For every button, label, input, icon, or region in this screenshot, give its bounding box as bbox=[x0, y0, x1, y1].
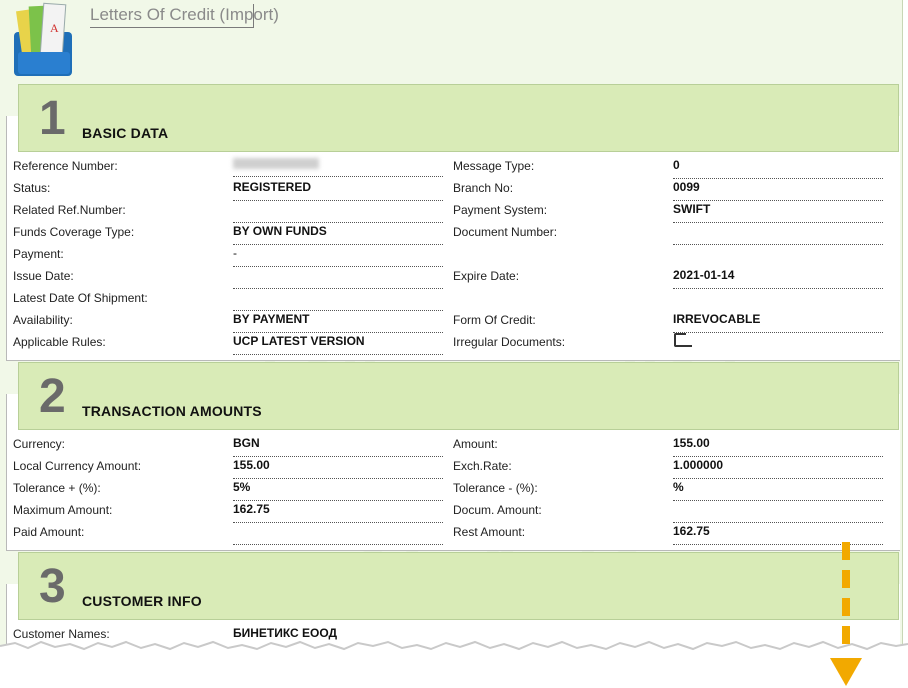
section-header: 2 TRANSACTION AMOUNTS bbox=[18, 362, 899, 430]
section-header: 3 CUSTOMER INFO bbox=[18, 552, 899, 620]
value-document-number bbox=[673, 224, 883, 245]
label-expire-date: Expire Date: bbox=[453, 269, 520, 283]
label-paid-amount: Paid Amount: bbox=[13, 525, 85, 539]
value-availability: BY PAYMENT bbox=[233, 312, 443, 333]
section-number: 2 bbox=[39, 370, 66, 423]
title-frame bbox=[90, 4, 254, 28]
value-tolerance-plus: 5% bbox=[233, 480, 443, 501]
document-binder-icon: A bbox=[14, 2, 72, 76]
value-form-of-credit: IRREVOCABLE bbox=[673, 312, 883, 333]
label-payment: Payment: bbox=[13, 247, 64, 261]
screenshot-canvas: A Letters Of Credit (Import) 1 BASIC DAT… bbox=[0, 0, 908, 688]
label-exch-rate: Exch.Rate: bbox=[453, 459, 512, 473]
value-payment: - bbox=[233, 246, 443, 267]
label-irregular-documents: Irregular Documents: bbox=[453, 335, 566, 349]
torn-edge bbox=[0, 640, 908, 662]
label-latest-date-of-shipment: Latest Date Of Shipment: bbox=[13, 291, 148, 305]
label-branch-no: Branch No: bbox=[453, 181, 514, 195]
value-related-ref-number bbox=[233, 202, 443, 223]
value-currency: BGN bbox=[233, 436, 443, 457]
value-tolerance-minus: % bbox=[673, 480, 883, 501]
label-status: Status: bbox=[13, 181, 51, 195]
value-local-currency-amount: 155.00 bbox=[233, 458, 443, 479]
label-maximum-amount: Maximum Amount: bbox=[13, 503, 113, 517]
label-amount: Amount: bbox=[453, 437, 498, 451]
label-funds-coverage-type: Funds Coverage Type: bbox=[13, 225, 135, 239]
svg-text:A: A bbox=[50, 21, 59, 35]
label-document-number: Document Number: bbox=[453, 225, 558, 239]
section-header: 1 BASIC DATA bbox=[18, 84, 899, 152]
value-funds-coverage-type: BY OWN FUNDS bbox=[233, 224, 443, 245]
value-reference-number bbox=[233, 156, 443, 177]
label-message-type: Message Type: bbox=[453, 159, 535, 173]
label-docum-amount: Docum. Amount: bbox=[453, 503, 542, 517]
label-applicable-rules: Applicable Rules: bbox=[13, 335, 106, 349]
label-issue-date: Issue Date: bbox=[13, 269, 74, 283]
value-paid-amount bbox=[233, 524, 443, 545]
label-currency: Currency: bbox=[13, 437, 66, 451]
section-number: 1 bbox=[39, 92, 66, 145]
label-related-ref-number: Related Ref.Number: bbox=[13, 203, 126, 217]
value-issue-date bbox=[233, 268, 443, 289]
value-applicable-rules: UCP LATEST VERSION bbox=[233, 334, 443, 355]
section-title: BASIC DATA bbox=[82, 125, 169, 141]
value-expire-date: 2021-01-14 bbox=[673, 268, 883, 289]
value-latest-date-of-shipment bbox=[233, 290, 443, 311]
label-rest-amount: Rest Amount: bbox=[453, 525, 526, 539]
value-maximum-amount: 162.75 bbox=[233, 502, 443, 523]
value-docum-amount bbox=[673, 502, 883, 523]
value-message-type: 0 bbox=[673, 158, 883, 179]
redacted-value bbox=[233, 158, 319, 169]
label-tolerance-minus: Tolerance - (%): bbox=[453, 481, 538, 495]
value-amount: 155.00 bbox=[673, 436, 883, 457]
label-tolerance-plus: Tolerance + (%): bbox=[13, 481, 101, 495]
irregular-documents-checkbox[interactable] bbox=[674, 333, 692, 347]
label-payment-system: Payment System: bbox=[453, 203, 548, 217]
dashed-down-arrow-icon[interactable] bbox=[828, 540, 864, 688]
value-status: REGISTERED bbox=[233, 180, 443, 201]
value-branch-no: 0099 bbox=[673, 180, 883, 201]
value-payment-system: SWIFT bbox=[673, 202, 883, 223]
label-reference-number: Reference Number: bbox=[13, 159, 118, 173]
section-number: 3 bbox=[39, 560, 66, 613]
label-availability: Availability: bbox=[13, 313, 73, 327]
label-form-of-credit: Form Of Credit: bbox=[453, 313, 536, 327]
value-exch-rate: 1.000000 bbox=[673, 458, 883, 479]
section-title: CUSTOMER INFO bbox=[82, 593, 202, 609]
label-local-currency-amount: Local Currency Amount: bbox=[13, 459, 142, 473]
section-title: TRANSACTION AMOUNTS bbox=[82, 403, 262, 419]
